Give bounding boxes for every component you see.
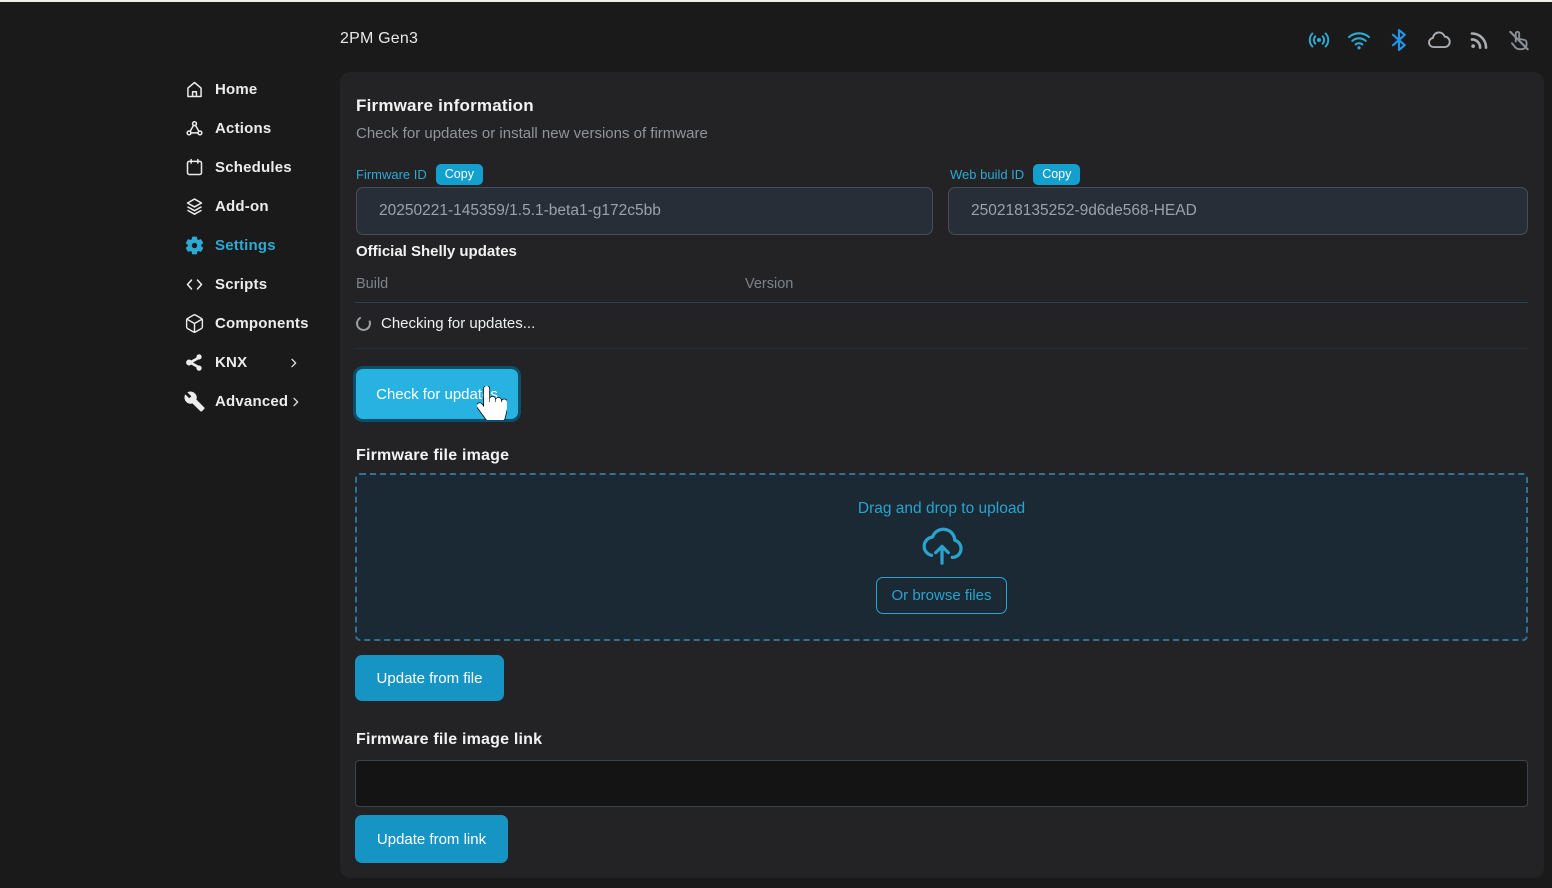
firmware-id-label-row: Firmware ID Copy bbox=[356, 164, 483, 185]
checking-updates-text: Checking for updates... bbox=[381, 315, 535, 332]
firmware-link-input[interactable] bbox=[355, 760, 1528, 807]
code-icon bbox=[183, 274, 205, 296]
hand-disabled-icon bbox=[1506, 27, 1532, 53]
firmware-info-subtitle: Check for updates or install new version… bbox=[356, 125, 708, 142]
sidebar-item-label: Advanced bbox=[215, 393, 288, 410]
chevron-right-icon bbox=[286, 355, 302, 371]
sidebar-item-label: Actions bbox=[215, 120, 271, 137]
calendar-icon bbox=[183, 157, 205, 179]
file-upload-title: Firmware file image bbox=[356, 447, 509, 465]
sidebar-item-label: Scripts bbox=[215, 276, 267, 293]
update-from-file-button[interactable]: Update from file bbox=[355, 655, 504, 701]
dropzone-text: Drag and drop to upload bbox=[858, 500, 1025, 518]
firmware-id-copy-button[interactable]: Copy bbox=[436, 164, 483, 185]
sidebar-item-label: Home bbox=[215, 81, 257, 98]
sidebar-item-home[interactable]: Home bbox=[0, 70, 330, 109]
sidebar-item-knx[interactable]: KNX bbox=[0, 343, 330, 382]
table-row-divider bbox=[355, 348, 1528, 349]
loading-spinner-icon bbox=[354, 314, 373, 333]
actions-icon bbox=[183, 118, 205, 140]
firmware-id-input[interactable] bbox=[356, 187, 933, 235]
checking-updates-row: Checking for updates... bbox=[356, 315, 535, 332]
firmware-info-title: Firmware information bbox=[356, 96, 534, 116]
home-icon bbox=[183, 79, 205, 101]
cloud-icon bbox=[1426, 27, 1452, 53]
cube-icon bbox=[183, 313, 205, 335]
sidebar-item-label: KNX bbox=[215, 354, 247, 371]
column-header-version: Version bbox=[745, 276, 793, 292]
check-for-updates-button[interactable]: Check for updates bbox=[356, 369, 518, 419]
browse-files-button[interactable]: Or browse files bbox=[876, 577, 1006, 614]
sidebar-item-settings[interactable]: Settings bbox=[0, 226, 330, 265]
gear-icon bbox=[183, 235, 205, 257]
update-from-link-button[interactable]: Update from link bbox=[355, 815, 508, 863]
firmware-settings-card: Firmware information Check for updates o… bbox=[340, 72, 1544, 878]
sidebar-item-label: Components bbox=[215, 315, 309, 332]
sidebar-nav: Home Actions Schedules bbox=[0, 70, 330, 421]
layers-icon bbox=[183, 196, 205, 218]
status-icon-bar bbox=[1306, 27, 1532, 53]
cloud-upload-icon bbox=[918, 524, 966, 571]
firmware-id-label: Firmware ID bbox=[356, 167, 427, 182]
sidebar-item-label: Settings bbox=[215, 237, 276, 254]
chevron-right-icon bbox=[288, 394, 304, 410]
shelly-device-page: 2PM Gen3 bbox=[0, 0, 1552, 888]
link-upload-title: Firmware file image link bbox=[356, 731, 542, 749]
sidebar-item-schedules[interactable]: Schedules bbox=[0, 148, 330, 187]
column-header-build: Build bbox=[356, 276, 388, 292]
sidebar-item-advanced[interactable]: Advanced bbox=[0, 382, 330, 421]
bluetooth-icon bbox=[1386, 27, 1412, 53]
rss-icon bbox=[1466, 27, 1492, 53]
web-build-id-label: Web build ID bbox=[950, 167, 1024, 182]
table-header-divider bbox=[355, 302, 1528, 303]
official-updates-title: Official Shelly updates bbox=[356, 243, 517, 260]
broadcast-icon bbox=[1306, 27, 1332, 53]
sidebar-item-label: Add-on bbox=[215, 198, 269, 215]
web-build-id-copy-button[interactable]: Copy bbox=[1033, 164, 1080, 185]
sidebar-item-actions[interactable]: Actions bbox=[0, 109, 330, 148]
sidebar-item-addon[interactable]: Add-on bbox=[0, 187, 330, 226]
wrench-icon bbox=[183, 391, 205, 413]
sidebar-item-scripts[interactable]: Scripts bbox=[0, 265, 330, 304]
device-title: 2PM Gen3 bbox=[340, 30, 418, 48]
sidebar-item-label: Schedules bbox=[215, 159, 292, 176]
share-nodes-icon bbox=[183, 352, 205, 374]
file-dropzone[interactable]: Drag and drop to upload Or browse files bbox=[355, 473, 1528, 641]
web-build-id-input[interactable] bbox=[948, 187, 1528, 235]
web-build-id-label-row: Web build ID Copy bbox=[950, 164, 1080, 185]
wifi-icon bbox=[1346, 27, 1372, 53]
window-top-edge bbox=[0, 0, 1552, 2]
sidebar-item-components[interactable]: Components bbox=[0, 304, 330, 343]
